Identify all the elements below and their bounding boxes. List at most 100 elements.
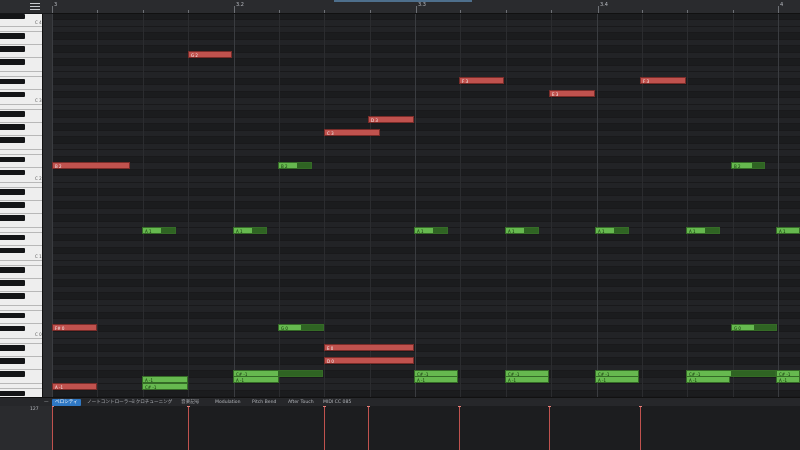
piano-white-key-divider xyxy=(0,277,42,279)
piano-black-key[interactable] xyxy=(0,293,25,299)
lane-tab[interactable]: ベロシティ xyxy=(52,399,81,406)
midi-note[interactable]: A 1 xyxy=(595,226,629,234)
piano-black-key[interactable] xyxy=(0,325,25,331)
piano-keyboard[interactable]: C 4 C 3 C 2 C 1 C 0 xyxy=(0,14,42,397)
octave-label: C 3 xyxy=(35,97,42,103)
lane-tab[interactable]: Modulation xyxy=(212,399,244,406)
lane-tab[interactable]: 音楽記号 xyxy=(178,399,202,406)
midi-note[interactable]: A -1 xyxy=(505,376,549,383)
midi-note[interactable]: A -1 xyxy=(595,376,639,383)
midi-note[interactable]: F 3 xyxy=(459,77,504,84)
piano-white-key-divider xyxy=(0,56,42,58)
midi-note[interactable]: E 3 xyxy=(549,90,595,97)
midi-note[interactable]: A 1 xyxy=(414,226,448,234)
velocity-handle[interactable] xyxy=(458,406,461,408)
velocity-bar[interactable] xyxy=(323,406,326,450)
piano-black-key[interactable] xyxy=(0,280,25,286)
note-grid[interactable]: G 2 F 3 E 3 F 3 D 3 C 3 B 2 B 2 B 2 A 1 A 1 A 1 A 1 A… xyxy=(52,14,800,397)
piano-black-key[interactable] xyxy=(0,345,25,351)
piano-black-key[interactable] xyxy=(0,215,25,221)
piano-black-key[interactable] xyxy=(0,111,25,117)
velocity-handle[interactable] xyxy=(367,406,370,408)
midi-note-label: D 3 xyxy=(371,118,378,123)
midi-note[interactable]: A 1 xyxy=(686,226,720,234)
midi-note[interactable]: D 3 xyxy=(368,116,414,123)
piano-black-key[interactable] xyxy=(0,247,25,253)
midi-note[interactable]: A -1 xyxy=(233,376,279,383)
ruler-label: 3.4 xyxy=(600,2,608,8)
piano-black-key[interactable] xyxy=(0,156,25,162)
lane-tab[interactable]: After Touch xyxy=(285,399,317,406)
velocity-handle[interactable] xyxy=(323,406,326,408)
piano-black-key[interactable] xyxy=(0,169,25,175)
lane-tab[interactable]: ミクロチューニング xyxy=(128,399,175,406)
piano-black-key[interactable] xyxy=(0,312,25,318)
velocity-bar[interactable] xyxy=(548,406,551,450)
midi-note[interactable]: F# 0 xyxy=(52,324,97,331)
midi-note[interactable]: C# -1 xyxy=(142,382,188,390)
piano-black-key[interactable] xyxy=(0,390,25,396)
piano-black-key[interactable] xyxy=(0,371,25,377)
midi-note[interactable]: A -1 xyxy=(776,376,800,383)
ruler-subtick xyxy=(687,10,689,13)
piano-white-key-divider xyxy=(0,199,42,201)
velocity-bar[interactable] xyxy=(639,406,642,450)
piano-black-key[interactable] xyxy=(0,234,25,240)
midi-note[interactable]: A -1 xyxy=(414,376,458,383)
midi-note[interactable]: G 2 xyxy=(188,51,232,58)
velocity-bar[interactable] xyxy=(458,406,461,450)
velocity-lane[interactable] xyxy=(52,406,800,450)
grid-beat-line xyxy=(687,14,689,397)
ruler-subtick xyxy=(732,10,734,13)
piano-black-key[interactable] xyxy=(0,358,25,364)
velocity-bar[interactable] xyxy=(52,406,54,450)
grid-beat-line-major xyxy=(233,14,235,397)
piano-black-key[interactable] xyxy=(0,78,25,84)
midi-note-label: A 1 xyxy=(417,228,424,234)
piano-black-key[interactable] xyxy=(0,189,25,195)
timeline-ruler[interactable]: 3 3.2 3.3 3.4 4 xyxy=(52,0,800,14)
piano-black-key[interactable] xyxy=(0,59,25,65)
midi-note-label: A 1 xyxy=(508,228,515,234)
midi-note[interactable]: B 2 xyxy=(52,161,130,169)
midi-note[interactable]: C 3 xyxy=(324,129,380,136)
lane-tab[interactable]: MIDI CC 085 xyxy=(320,399,354,406)
midi-note[interactable]: E 0 xyxy=(324,343,414,351)
midi-note[interactable]: A -1 xyxy=(686,376,730,383)
piano-white-key-divider xyxy=(0,383,42,384)
menu-icon[interactable] xyxy=(30,3,40,11)
midi-note[interactable]: B 2 xyxy=(731,161,765,169)
ruler-label: 3 xyxy=(54,2,58,8)
grid-beat-line xyxy=(324,14,326,397)
midi-note[interactable]: A 1 xyxy=(142,226,176,234)
lane-tab[interactable]: Pitch Bend xyxy=(249,399,279,406)
velocity-handle[interactable] xyxy=(52,406,54,408)
midi-note[interactable]: D 0 xyxy=(324,356,414,364)
midi-note[interactable]: A 1 xyxy=(505,226,539,234)
piano-black-key[interactable] xyxy=(0,267,25,273)
piano-black-key[interactable] xyxy=(0,91,25,97)
midi-note[interactable]: F 3 xyxy=(640,77,686,84)
piano-black-key[interactable] xyxy=(0,46,25,52)
midi-note[interactable]: A 1 xyxy=(776,226,800,234)
piano-white-key-divider xyxy=(0,154,42,155)
piano-white-key-divider xyxy=(0,71,42,72)
piano-black-key[interactable] xyxy=(0,137,25,143)
grid-beat-line xyxy=(641,14,643,397)
piano-black-key[interactable] xyxy=(0,33,25,39)
midi-note[interactable]: B 2 xyxy=(278,161,312,169)
midi-note[interactable]: A 1 xyxy=(233,226,267,234)
velocity-handle[interactable] xyxy=(187,406,190,408)
piano-black-key[interactable] xyxy=(0,124,25,130)
velocity-handle[interactable] xyxy=(548,406,551,408)
velocity-bar[interactable] xyxy=(367,406,370,450)
velocity-bar[interactable] xyxy=(187,406,190,450)
midi-note-label: C 3 xyxy=(327,131,334,136)
midi-note[interactable]: G 0 xyxy=(278,324,324,331)
piano-black-key[interactable] xyxy=(0,14,25,19)
piano-black-key[interactable] xyxy=(0,202,25,208)
velocity-handle[interactable] xyxy=(639,406,642,408)
midi-note[interactable]: G 0 xyxy=(731,324,777,331)
midi-note[interactable]: A -1 xyxy=(52,382,97,390)
ruler-label: 3.3 xyxy=(418,2,426,8)
